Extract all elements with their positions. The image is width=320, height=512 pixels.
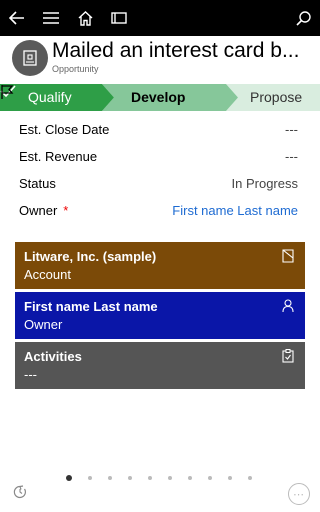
activities-tile[interactable]: Activities --- [15, 342, 305, 389]
back-arrow-icon [9, 11, 24, 25]
search-button[interactable] [286, 0, 320, 36]
record-header: Mailed an interest card b... Opportunity [0, 36, 320, 80]
ellipsis-icon: ⋯ [293, 488, 305, 501]
page-dot[interactable] [108, 476, 112, 480]
record-entity-type: Opportunity [52, 64, 99, 74]
page-dot[interactable] [208, 476, 212, 480]
tile-subtitle: --- [24, 367, 37, 382]
tile-title: Activities [24, 349, 82, 364]
tile-subtitle: Owner [24, 317, 63, 332]
required-marker: * [63, 203, 69, 218]
field-label: Est. Revenue [19, 149, 98, 164]
record-title: Mailed an interest card b... [52, 39, 300, 62]
tile-subtitle: Account [24, 267, 71, 282]
field-owner[interactable]: Owner * First name Last name [0, 197, 320, 224]
page-dot[interactable] [188, 476, 192, 480]
account-tile[interactable]: Litware, Inc. (sample) Account [15, 242, 305, 289]
field-label: Est. Close Date [19, 122, 110, 137]
more-commands-button[interactable]: ⋯ [288, 483, 310, 505]
page-dot[interactable] [248, 476, 252, 480]
field-value: --- [285, 122, 298, 137]
dashboard-icon [111, 12, 127, 24]
document-icon [23, 50, 37, 66]
stage-develop[interactable]: Develop [131, 89, 185, 106]
home-button[interactable] [68, 0, 102, 36]
field-status[interactable]: Status In Progress [0, 170, 320, 197]
field-value: --- [285, 149, 298, 164]
page-dot[interactable] [88, 476, 92, 480]
page-indicator [60, 474, 260, 484]
page-dot[interactable] [228, 476, 232, 480]
dashboard-button[interactable] [102, 0, 136, 36]
top-nav-bar [0, 0, 320, 36]
summary-fields: Est. Close Date --- Est. Revenue --- Sta… [0, 116, 320, 224]
tile-title: Litware, Inc. (sample) [24, 249, 157, 264]
page-dot[interactable] [128, 476, 132, 480]
opportunity-entity-icon [12, 40, 48, 76]
hamburger-icon [43, 12, 59, 24]
stage-propose[interactable]: Propose [250, 89, 302, 106]
field-est-close-date[interactable]: Est. Close Date --- [0, 116, 320, 143]
page-dot[interactable] [168, 476, 172, 480]
refresh-icon [13, 485, 26, 499]
refresh-button[interactable] [13, 485, 27, 504]
back-button[interactable] [0, 0, 34, 36]
owner-tile[interactable]: First name Last name Owner [15, 292, 305, 339]
person-icon [282, 299, 294, 313]
field-est-revenue[interactable]: Est. Revenue --- [0, 143, 320, 170]
page-dot-active[interactable] [66, 475, 72, 481]
tile-title: First name Last name [24, 299, 158, 314]
home-icon [78, 10, 92, 26]
field-label: Owner * [19, 203, 68, 218]
flag-icon [1, 85, 14, 99]
field-label: Status [19, 176, 56, 191]
owner-label-text: Owner [19, 203, 58, 218]
menu-button[interactable] [34, 0, 68, 36]
account-icon [282, 249, 294, 263]
business-process-bar: Qualify Develop Propose [0, 84, 320, 111]
stage-qualify[interactable]: Qualify [28, 89, 72, 106]
field-value: In Progress [231, 176, 298, 191]
clipboard-icon [282, 349, 294, 363]
page-dot[interactable] [148, 476, 152, 480]
owner-link[interactable]: First name Last name [172, 203, 298, 218]
search-icon [295, 10, 311, 26]
